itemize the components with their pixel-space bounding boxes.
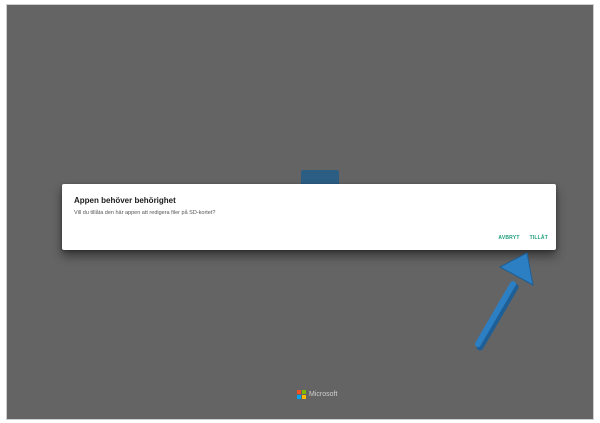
cancel-button[interactable]: AVBRYT <box>498 235 519 241</box>
brand-name: Microsoft <box>309 391 338 398</box>
dialog-actions: AVBRYT TILLÅT <box>498 235 548 241</box>
microsoft-logo-icon <box>297 390 306 399</box>
brand-logo: Microsoft <box>297 390 337 399</box>
allow-button[interactable]: TILLÅT <box>530 235 548 241</box>
dialog-message: Vill du tillåta den här appen att redige… <box>74 210 216 216</box>
dialog-title: Appen behöver behörighet <box>74 196 176 205</box>
app-screen: Appen behöver behörighet Vill du tillåta… <box>6 4 594 420</box>
permission-dialog: Appen behöver behörighet Vill du tillåta… <box>62 184 556 250</box>
